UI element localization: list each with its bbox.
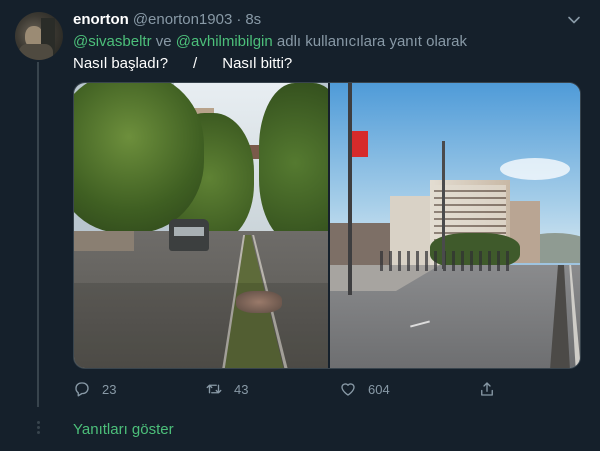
tweet-text: Nasıl başladı? / Nasıl bitti? bbox=[73, 55, 293, 72]
heart-icon bbox=[341, 383, 355, 396]
like-button[interactable]: 604 bbox=[339, 378, 390, 400]
reply-count: 23 bbox=[102, 381, 117, 397]
retweet-icon bbox=[206, 384, 222, 394]
chevron-down-icon[interactable] bbox=[566, 12, 582, 28]
retweet-count: 43 bbox=[234, 381, 249, 397]
show-replies-link[interactable]: Yanıtları göster bbox=[73, 421, 174, 438]
show-replies-row[interactable]: Yanıtları göster bbox=[0, 409, 600, 451]
tweet[interactable]: enorton @enorton1903 · 8s @sivasbeltr ve… bbox=[0, 0, 600, 451]
like-count: 604 bbox=[368, 381, 390, 397]
reply-connector: ve bbox=[151, 33, 176, 50]
thread-ellipsis-icon bbox=[31, 419, 45, 439]
reply-button[interactable]: 23 bbox=[73, 378, 116, 400]
tweet-time[interactable]: 8s bbox=[245, 11, 261, 28]
photo-street-after[interactable] bbox=[329, 83, 580, 368]
share-button[interactable] bbox=[478, 378, 507, 400]
mention-link[interactable]: @sivasbeltr bbox=[73, 33, 152, 50]
retweet-button[interactable]: 43 bbox=[205, 378, 248, 400]
reply-to-line: @sivasbeltr ve @avhilmibilgin adlı kulla… bbox=[73, 33, 467, 50]
separator-dot: · bbox=[236, 11, 242, 28]
author-name[interactable]: enorton bbox=[73, 11, 129, 28]
avatar[interactable] bbox=[15, 12, 63, 60]
thread-line bbox=[37, 62, 39, 407]
reply-icon bbox=[75, 382, 89, 397]
share-icon bbox=[481, 382, 493, 396]
tweet-header: enorton @enorton1903 · 8s bbox=[73, 11, 261, 31]
media-grid bbox=[73, 82, 581, 369]
tweet-actions: 23 43 604 bbox=[73, 378, 581, 400]
photo-street-before[interactable] bbox=[74, 83, 328, 368]
author-handle[interactable]: @enorton1903 bbox=[133, 11, 232, 28]
mention-link[interactable]: @avhilmibilgin bbox=[176, 33, 273, 50]
reply-suffix: adlı kullanıcılara yanıt olarak bbox=[272, 33, 467, 50]
